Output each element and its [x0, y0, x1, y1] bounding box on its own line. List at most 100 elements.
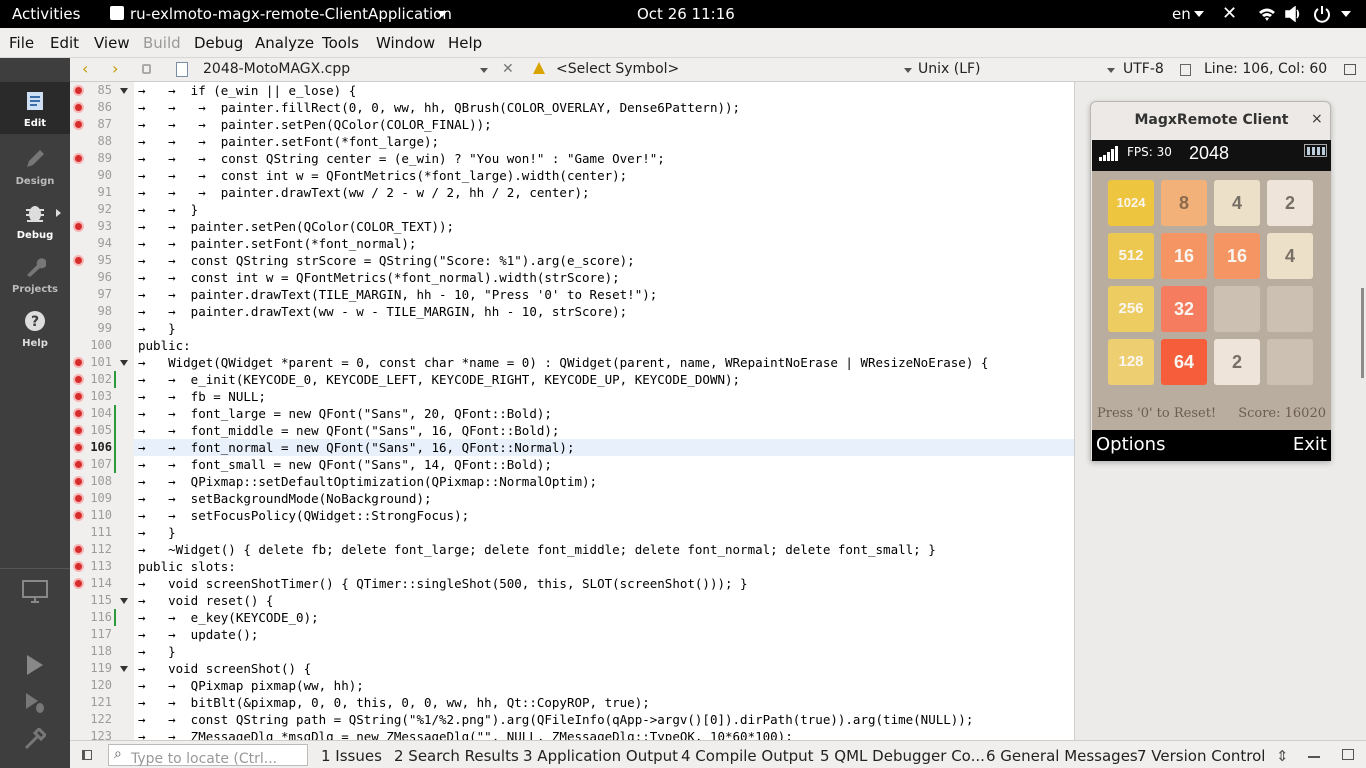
code-line[interactable]: → ~Widget() { delete fb; delete font_lar… — [138, 541, 936, 558]
breakpoint-icon[interactable] — [73, 255, 84, 266]
line-number[interactable]: 115 — [70, 592, 112, 609]
menu-view[interactable]: View — [94, 34, 130, 52]
close-document-icon[interactable]: ✕ — [502, 61, 514, 77]
code-line[interactable]: → → painter.drawText(TILE_MARGIN, hh - 1… — [138, 286, 657, 303]
code-line[interactable]: → → font_small = new QFont("Sans", 14, Q… — [138, 456, 552, 473]
line-number[interactable]: 100 — [70, 337, 112, 354]
system-menu-arrow-icon[interactable] — [1341, 11, 1351, 17]
line-number[interactable]: 99 — [70, 320, 112, 337]
tab-search-results[interactable]: 2 Search Results — [394, 747, 519, 765]
code-line[interactable]: public slots: — [138, 558, 236, 575]
activities-button[interactable]: Activities — [12, 5, 80, 23]
code-editor[interactable]: → → if (e_win || e_lose) {→ → → painter.… — [134, 82, 1074, 740]
menu-edit[interactable]: Edit — [50, 34, 79, 52]
monitor-icon[interactable] — [22, 580, 48, 604]
code-line[interactable]: → → painter.setPen(QColor(COLOR_TEXT)); — [138, 218, 454, 235]
breakpoint-icon[interactable] — [73, 578, 84, 589]
code-line[interactable]: → → bitBlt(&pixmap, 0, 0, this, 0, 0, ww… — [138, 694, 650, 711]
code-line[interactable]: → → → painter.setPen(QColor(COLOR_FINAL)… — [138, 116, 492, 133]
code-line[interactable]: → → QPixmap pixmap(ww, hh); — [138, 677, 364, 694]
breakpoint-icon[interactable] — [73, 442, 84, 453]
code-line[interactable]: → → font_normal = new QFont("Sans", 16, … — [134, 439, 1074, 456]
file-chevron-down-icon[interactable] — [480, 68, 488, 73]
line-number[interactable]: 91 — [70, 184, 112, 201]
code-line[interactable]: → → painter.setFont(*font_normal); — [138, 235, 416, 252]
fold-arrow-icon[interactable] — [120, 88, 128, 94]
back-icon[interactable]: ‹ — [82, 59, 88, 78]
line-number[interactable]: 119 — [70, 660, 112, 677]
phone-screen[interactable]: FPS: 30 2048 1024 8 4 2 512 16 16 4 256 32 128 64 2 … — [1092, 140, 1331, 461]
code-line[interactable]: → → ZMessageDlg *msgDlg = new ZMessageDl… — [138, 728, 793, 740]
line-number[interactable]: 96 — [70, 269, 112, 286]
lock-icon[interactable] — [142, 64, 151, 74]
code-line[interactable]: → → → const QString center = (e_win) ? "… — [138, 150, 665, 167]
locator-input[interactable]: ⌕ Type to locate (Ctrl... — [108, 744, 308, 767]
minimize-pane-icon[interactable] — [1308, 750, 1320, 758]
run-icon[interactable] — [25, 654, 45, 676]
encoding-selector[interactable]: UTF-8 — [1123, 61, 1164, 77]
forward-icon[interactable]: › — [112, 59, 118, 78]
mode-debug[interactable]: Debug — [0, 194, 70, 246]
code-line[interactable]: → → font_large = new QFont("Sans", 20, Q… — [138, 405, 552, 422]
code-line[interactable]: → → → painter.drawText(ww / 2 - w / 2, h… — [138, 184, 590, 201]
mode-projects[interactable]: Projects — [0, 248, 70, 300]
code-line[interactable]: → } — [138, 524, 176, 541]
build-icon[interactable] — [24, 728, 46, 750]
breakpoint-icon[interactable] — [73, 408, 84, 419]
editor-scrollbar[interactable] — [1361, 288, 1364, 378]
breakpoint-icon[interactable] — [73, 476, 84, 487]
code-line[interactable]: → → QPixmap::setDefaultOptimization(QPix… — [138, 473, 597, 490]
power-icon[interactable] — [1313, 5, 1331, 23]
fold-arrow-icon[interactable] — [120, 360, 128, 366]
code-line[interactable]: → → → painter.fillRect(0, 0, ww, hh, QBr… — [138, 99, 740, 116]
cursor-position[interactable]: Line: 106, Col: 60 — [1204, 61, 1327, 77]
breakpoint-icon[interactable] — [73, 119, 84, 130]
code-line[interactable]: → → const QString path = QString("%1/%2.… — [138, 711, 973, 728]
exit-softkey[interactable]: Exit — [1293, 434, 1327, 455]
code-line[interactable]: → → const QString strScore = QString("Sc… — [138, 252, 635, 269]
fold-arrow-icon[interactable] — [120, 666, 128, 672]
symbol-selector[interactable]: <Select Symbol> — [556, 61, 679, 77]
breakpoint-icon[interactable] — [73, 374, 84, 385]
code-line[interactable]: → void screenShot() { — [138, 660, 311, 677]
code-line[interactable]: → → → const int w = QFontMetrics(*font_l… — [138, 167, 627, 184]
tab-general-messages[interactable]: 6 General Messages — [986, 747, 1138, 765]
line-number[interactable]: 122 — [70, 711, 112, 728]
line-number[interactable]: 117 — [70, 626, 112, 643]
breakpoint-icon[interactable] — [73, 391, 84, 402]
debug-run-icon[interactable] — [24, 692, 46, 714]
line-number[interactable]: 88 — [70, 133, 112, 150]
code-line[interactable]: → void reset() { — [138, 592, 273, 609]
tab-compile-output[interactable]: 4 Compile Output — [681, 747, 814, 765]
menu-analyze[interactable]: Analyze — [255, 34, 314, 52]
code-line[interactable]: → } — [138, 320, 176, 337]
code-line[interactable]: → → e_init(KEYCODE_0, KEYCODE_LEFT, KEYC… — [138, 371, 740, 388]
mode-help[interactable]: ? Help — [0, 302, 70, 354]
maximize-pane-icon[interactable] — [1342, 749, 1354, 760]
code-line[interactable]: → → update(); — [138, 626, 258, 643]
line-ending-selector[interactable]: Unix (LF) — [918, 61, 981, 77]
tab-application-output[interactable]: 3 Application Output — [523, 747, 678, 765]
code-line[interactable]: → → setBackgroundMode(NoBackground); — [138, 490, 432, 507]
code-line[interactable]: → } — [138, 643, 176, 660]
line-number[interactable]: 94 — [70, 235, 112, 252]
tab-qml-debugger[interactable]: 5 QML Debugger Co... — [820, 747, 985, 765]
line-number[interactable]: 111 — [70, 524, 112, 541]
code-line[interactable]: → → setFocusPolicy(QWidget::StrongFocus)… — [138, 507, 469, 524]
breakpoint-icon[interactable] — [73, 561, 84, 572]
breakpoint-icon[interactable] — [73, 221, 84, 232]
toggle-sidebar-icon[interactable] — [82, 750, 92, 760]
tab-issues[interactable]: 1 Issues — [321, 747, 382, 765]
line-number[interactable]: 92 — [70, 201, 112, 218]
code-line[interactable]: public: — [138, 337, 191, 354]
line-number[interactable]: 98 — [70, 303, 112, 320]
language-indicator[interactable]: en — [1172, 5, 1191, 23]
code-line[interactable]: → → font_middle = new QFont("Sans", 16, … — [138, 422, 559, 439]
breakpoint-icon[interactable] — [73, 493, 84, 504]
code-line[interactable]: → → fb = NULL; — [138, 388, 266, 405]
symbol-chevron-down-icon[interactable] — [904, 68, 912, 73]
menu-debug[interactable]: Debug — [194, 34, 243, 52]
line-number[interactable]: 116 — [70, 609, 112, 626]
breakpoint-icon[interactable] — [73, 544, 84, 555]
close-icon[interactable]: ✕ — [1222, 3, 1237, 24]
